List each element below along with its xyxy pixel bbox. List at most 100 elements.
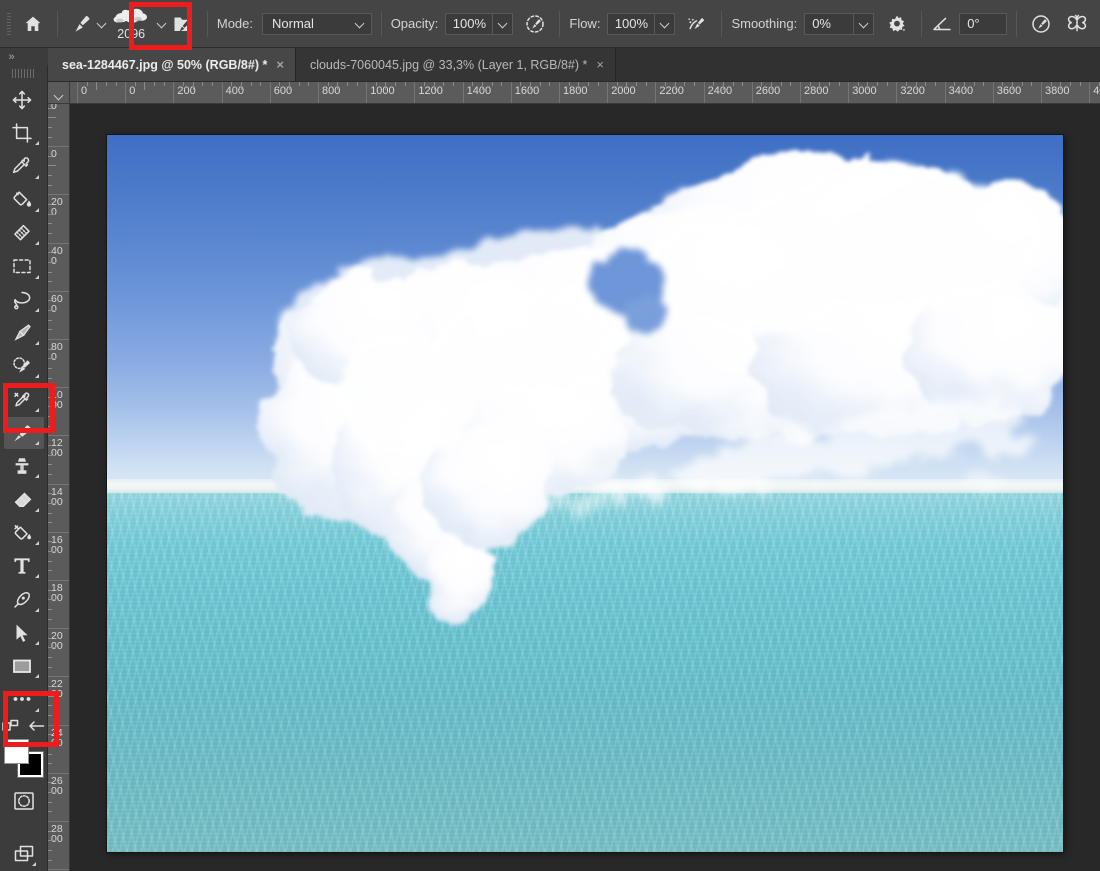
flyout-indicator [34,674,39,679]
ruler-tick [848,82,850,103]
healing-brush-tool[interactable] [4,383,44,415]
ruler-label: 1800 [563,85,588,97]
ruler-minor-tick [48,830,52,832]
foreground-color-swatch[interactable] [3,738,29,764]
document-tab-sea[interactable]: sea-1284467.jpg @ 50% (RGB/8#) * × [48,48,296,81]
tools-panel: » [0,48,48,871]
lasso-tool[interactable] [4,284,44,316]
rectangle-tool[interactable] [4,650,44,682]
blur-tool[interactable] [4,517,44,549]
canvas-area[interactable] [70,104,1100,871]
clone-stamp-tool[interactable] [4,450,44,482]
move-tool[interactable] [4,84,44,116]
brush-preset-chevron[interactable] [156,0,166,47]
ruler-label: 1200 [418,85,443,97]
quick-mask-button[interactable] [4,784,44,816]
ruler-minor-tick [48,705,52,707]
healing-brush-icon [11,389,33,411]
eraser-tool[interactable] [4,483,44,515]
horizontal-ruler[interactable]: 0 0 200 400 600 800 1000 1200 1400 1600 1800 2000 22… [70,82,1100,104]
opacity-pressure-button[interactable] [520,9,550,39]
ruler-minor-tick [48,493,52,495]
freeform-pen-icon [11,589,33,611]
smoothing-options-button[interactable] [882,9,912,39]
ruler-minor-tick [192,82,194,90]
ruler-tick [48,339,69,340]
close-icon[interactable]: × [596,58,604,71]
options-bar-grip[interactable] [6,10,12,37]
swap-arrow-icon[interactable] [28,719,45,733]
ruler-minor-tick [1079,82,1081,86]
pressure-size-button[interactable] [1026,9,1056,39]
flow-chevron[interactable] [655,12,676,35]
brush-tool[interactable] [3,416,44,450]
ruler-tick [510,82,512,103]
brush-preset-size[interactable]: 2096 [106,5,156,43]
ruler-minor-tick [645,82,647,86]
tools-panel-grip[interactable] [11,69,36,78]
opacity-control[interactable]: 100% [445,12,514,35]
ruler-minor-tick [636,82,638,86]
ruler-minor-tick [48,445,52,447]
tab-title: clouds-7060045.jpg @ 33,3% (Layer 1, RGB… [309,57,588,72]
close-icon[interactable]: × [276,58,284,71]
ruler-minor-tick [693,82,695,86]
flow-control[interactable]: 100% [607,12,676,35]
screen-mode-button[interactable] [4,838,44,870]
opacity-input[interactable]: 100% [445,12,494,35]
pressure-size-icon [1030,13,1052,35]
ruler-minor-tick [202,82,204,86]
ruler-minor-tick [48,165,56,167]
ruler-minor-tick [819,82,821,90]
ruler-minor-tick [48,184,52,186]
type-tool[interactable] [4,550,44,582]
edit-toolbar-icon[interactable] [2,719,19,733]
home-button[interactable] [18,9,48,39]
freeform-pen-tool[interactable] [4,583,44,615]
vertical-ruler[interactable]: 0 0 200 400 600 800 1000 1200 1400 1600 1800 2000 22… [48,104,70,871]
lasso-icon [11,289,33,311]
brush-settings-panel-button[interactable] [168,9,198,39]
smoothing-input[interactable]: 0% [804,12,855,35]
ruler-minor-tick [906,82,908,86]
brush-picker-button[interactable] [67,9,97,39]
more-tools[interactable] [4,683,44,715]
screen-mode-icon [12,844,36,864]
opacity-chevron[interactable] [493,12,514,35]
tools-collapse-button[interactable]: » [0,48,48,66]
airbrush-button[interactable] [682,9,712,39]
symmetry-button[interactable] [1062,9,1092,39]
ruler-label: 2200 [659,85,684,97]
document-tab-clouds[interactable]: clouds-7060045.jpg @ 33,3% (Layer 1, RGB… [295,48,616,81]
ruler-minor-tick [48,252,52,254]
flow-input[interactable]: 100% [607,12,656,35]
rectangular-marquee-tool[interactable] [4,250,44,282]
options-separator-1 [56,10,58,37]
ruler-tick [269,82,271,103]
ruler-minor-tick [404,82,406,86]
gradient-tool[interactable] [4,217,44,249]
brush-picker-chevron[interactable] [97,0,107,47]
pen-nib-icon [11,322,33,344]
photoshop-window: 2096 Mode: Normal Opacity: 100% Flow: 10… [0,0,1100,871]
mode-select[interactable]: Normal [262,12,372,35]
path-selection-tool[interactable] [4,617,44,649]
ruler-tick [944,82,946,103]
paint-bucket-tool[interactable] [4,184,44,216]
quick-selection-tool[interactable] [4,350,44,382]
pen-tool[interactable] [4,317,44,349]
eyedropper-tool[interactable] [4,150,44,182]
ruler-label: 2000 [611,85,636,97]
smoothing-chevron[interactable] [854,12,875,35]
tab-title: sea-1284467.jpg @ 50% (RGB/8#) * [62,57,268,72]
ruler-minor-tick [48,570,52,572]
smoothing-control[interactable]: 0% [804,12,875,35]
foreground-background-swatches[interactable] [1,737,47,779]
ruler-minor-tick [915,82,917,90]
ruler-minor-tick [327,82,329,86]
document-canvas[interactable] [107,135,1063,852]
crop-tool[interactable] [4,117,44,149]
angle-input[interactable]: 0° [959,12,1007,35]
ruler-origin-corner[interactable] [48,82,70,104]
ruler-minor-tick [48,348,52,350]
